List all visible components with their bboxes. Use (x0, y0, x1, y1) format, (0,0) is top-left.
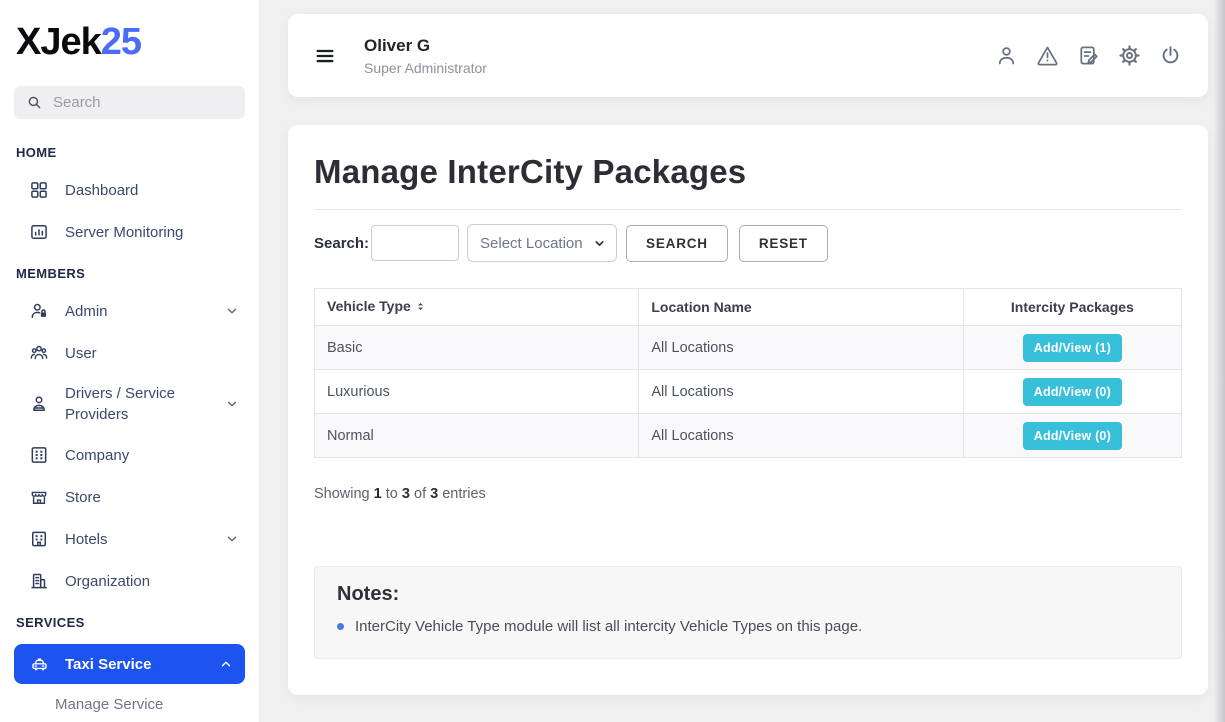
filter-row: Search: Select Location SEARCH RESET (314, 224, 1182, 262)
column-header-vehicle-type[interactable]: Vehicle Type (315, 289, 639, 326)
location-cell: All Locations (639, 370, 963, 414)
header-icons (994, 44, 1182, 68)
title-divider (314, 209, 1182, 210)
location-select-value: Select Location (480, 235, 583, 252)
sidebar-item-admin[interactable]: Admin (14, 290, 245, 332)
logo-text: XJek (16, 21, 101, 63)
sidebar-item-organization[interactable]: Organization (14, 560, 245, 602)
table-row: Luxurious All Locations Add/View (0) (315, 370, 1182, 414)
sidebar-item-store[interactable]: Store (14, 476, 245, 518)
sidebar: XJek25 Search HOME Dashboard Server Moni… (0, 0, 260, 722)
sidebar-item-drivers-service-providers[interactable]: Drivers / Service Providers (14, 374, 245, 434)
sidebar-item-taxi-service[interactable]: Taxi Service (14, 644, 245, 684)
page-title: Manage InterCity Packages (314, 151, 1182, 193)
scroll-shade (1213, 0, 1225, 722)
company-icon (28, 444, 50, 466)
section-label-services: SERVICES (16, 615, 245, 630)
location-cell: All Locations (639, 414, 963, 458)
search-icon (26, 94, 43, 111)
location-select[interactable]: Select Location (467, 224, 617, 262)
sidebar-item-server-monitoring[interactable]: Server Monitoring (14, 211, 245, 253)
hotels-icon (28, 528, 50, 550)
notes-title: Notes: (337, 583, 1159, 606)
chevron-up-icon (219, 657, 233, 671)
sidebar-item-dashboard[interactable]: Dashboard (14, 169, 245, 211)
section-label-members: MEMBERS (16, 266, 245, 281)
vehicle-type-cell: Normal (315, 414, 639, 458)
section-label-home: HOME (16, 145, 245, 160)
top-header: Oliver G Super Administrator (288, 14, 1208, 97)
server-monitoring-icon (28, 221, 50, 243)
logout-icon[interactable] (1158, 44, 1182, 68)
sidebar-search-input[interactable]: Search (14, 86, 245, 119)
table-header-row: Vehicle Type Location Name Intercity Pac… (315, 289, 1182, 326)
sidebar-subitem-manage-service[interactable]: Manage Service (14, 696, 245, 713)
note-item: InterCity Vehicle Type module will list … (337, 618, 1159, 636)
main-panel: Manage InterCity Packages Search: Select… (288, 125, 1208, 695)
chevron-down-icon (593, 237, 606, 250)
menu-icon[interactable] (314, 45, 336, 67)
add-view-button[interactable]: Add/View (0) (1023, 378, 1122, 406)
user-icon (28, 342, 50, 364)
chevron-down-icon (225, 304, 239, 318)
add-view-button[interactable]: Add/View (0) (1023, 422, 1122, 450)
search-label: Search: (314, 235, 369, 252)
alerts-icon[interactable] (1035, 44, 1059, 68)
notes-panel: Notes: InterCity Vehicle Type module wil… (314, 566, 1182, 659)
search-button[interactable]: SEARCH (626, 225, 728, 262)
column-header-intercity-packages: Intercity Packages (963, 289, 1181, 326)
table-row: Normal All Locations Add/View (0) (315, 414, 1182, 458)
app-logo: XJek25 (16, 22, 245, 62)
settings-icon[interactable] (1117, 44, 1141, 68)
chevron-down-icon (225, 397, 239, 411)
vehicle-type-cell: Basic (315, 326, 639, 370)
drivers-icon (28, 393, 50, 415)
sidebar-item-hotels[interactable]: Hotels (14, 518, 245, 560)
reports-icon[interactable] (1076, 44, 1100, 68)
bullet-icon (337, 623, 344, 630)
organization-icon (28, 570, 50, 592)
entries-summary: Showing 1 to 3 of 3 entries (314, 486, 1182, 502)
user-role: Super Administrator (364, 60, 487, 76)
location-cell: All Locations (639, 326, 963, 370)
column-header-location-name: Location Name (639, 289, 963, 326)
user-name: Oliver G (364, 36, 487, 56)
logo-accent-text: 25 (101, 21, 141, 63)
content-area: Oliver G Super Administrator Manage Inte… (260, 0, 1225, 722)
dashboard-icon (28, 179, 50, 201)
packages-table: Vehicle Type Location Name Intercity Pac… (314, 288, 1182, 458)
table-row: Basic All Locations Add/View (1) (315, 326, 1182, 370)
taxi-icon (28, 653, 50, 675)
note-text: InterCity Vehicle Type module will list … (355, 618, 862, 636)
add-view-button[interactable]: Add/View (1) (1023, 334, 1122, 362)
search-input[interactable] (371, 225, 459, 261)
search-placeholder: Search (53, 94, 101, 111)
sort-icon (414, 300, 427, 316)
store-icon (28, 486, 50, 508)
user-block: Oliver G Super Administrator (364, 36, 487, 76)
vehicle-type-cell: Luxurious (315, 370, 639, 414)
sidebar-item-company[interactable]: Company (14, 434, 245, 476)
reset-button[interactable]: RESET (739, 225, 828, 262)
sidebar-item-user[interactable]: User (14, 332, 245, 374)
profile-icon[interactable] (994, 44, 1018, 68)
admin-icon (28, 300, 50, 322)
chevron-down-icon (225, 532, 239, 546)
